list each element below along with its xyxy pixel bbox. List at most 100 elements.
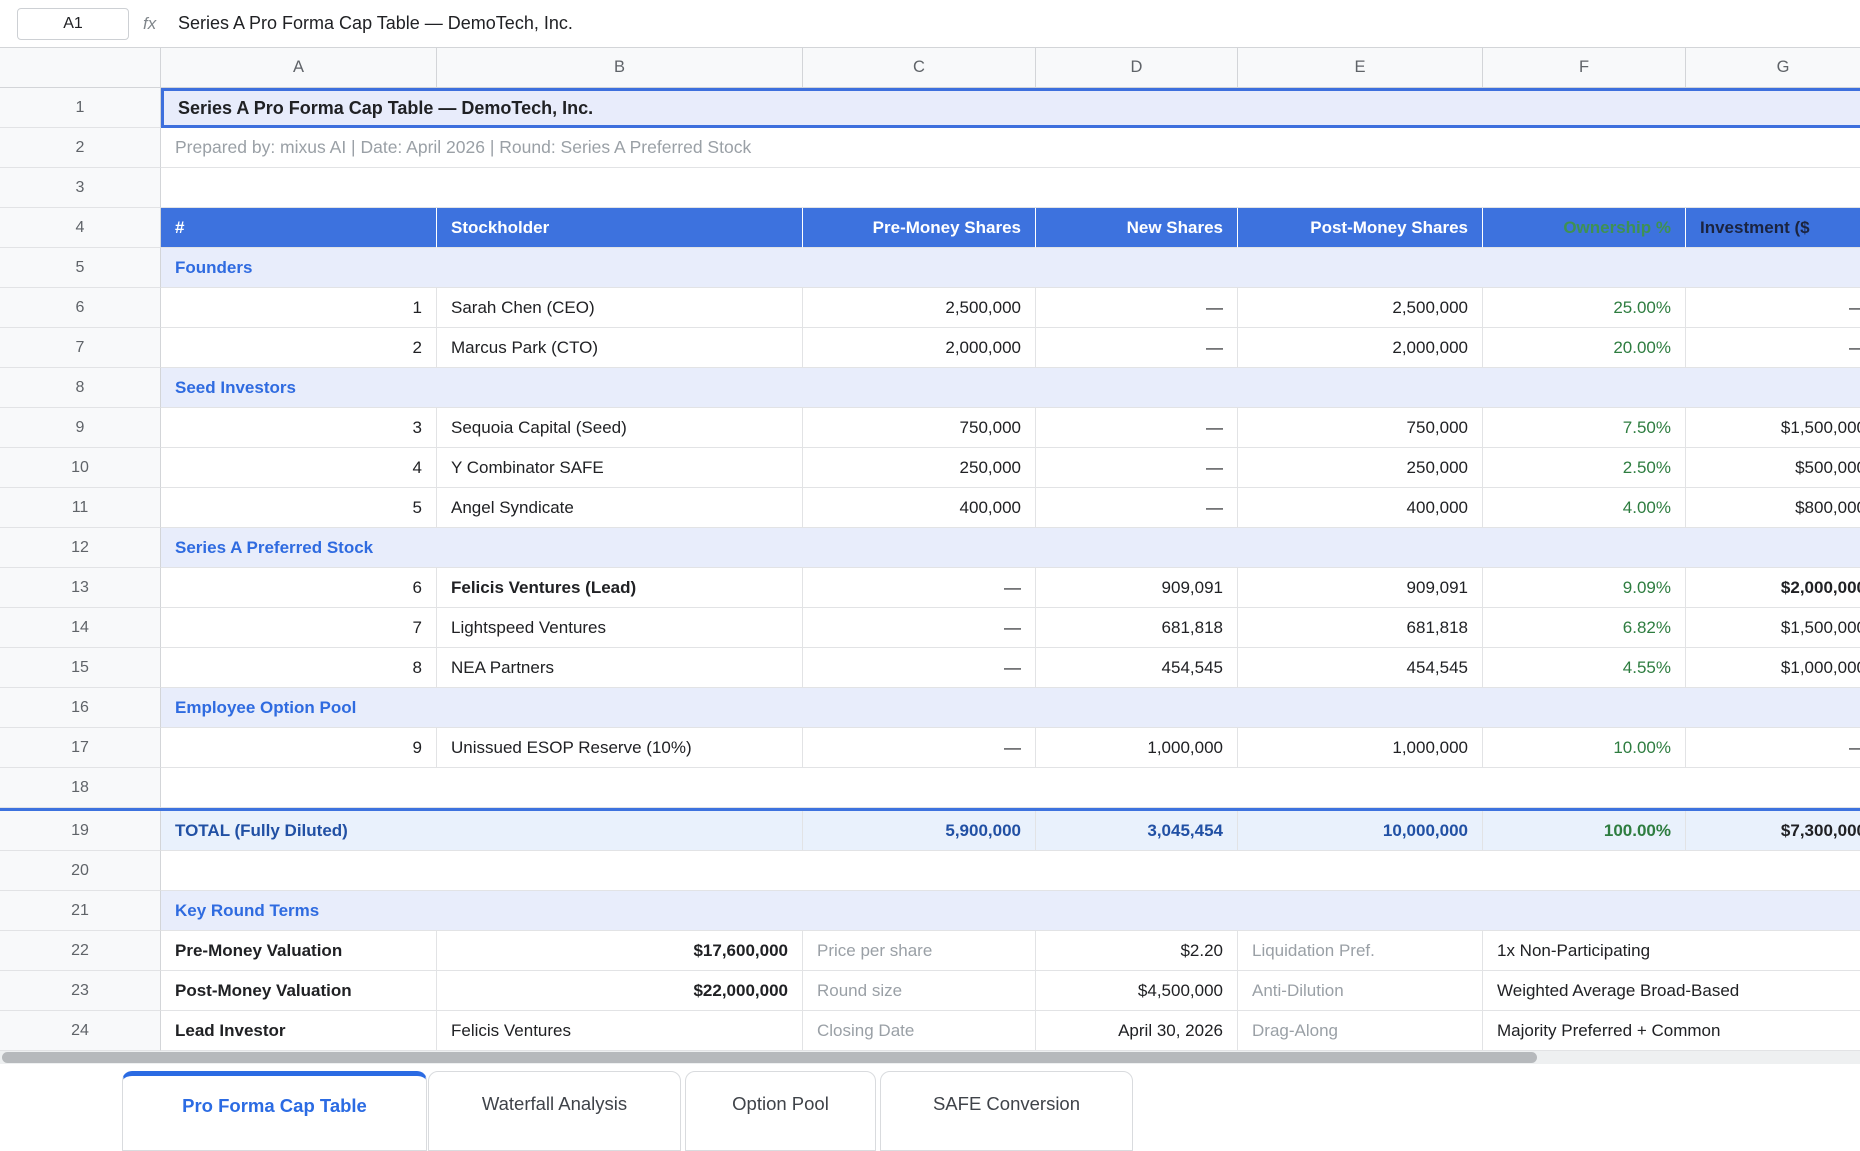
row-number-17[interactable]: 17 [0,728,161,768]
ownership-pct-cell[interactable]: 20.00% [1483,328,1686,368]
sheet-tab-option-pool[interactable]: Option Pool [685,1071,876,1151]
total-new-shares-cell[interactable]: 3,045,454 [1036,811,1238,851]
row-number-2[interactable]: 2 [0,128,161,168]
new-shares-cell[interactable]: 1,000,000 [1036,728,1238,768]
term-value-cell[interactable]: $22,000,000 [437,971,803,1011]
stockholder-cell[interactable]: Felicis Ventures (Lead) [437,568,803,608]
total-pre-money-cell[interactable]: 5,900,000 [803,811,1036,851]
post-money-shares-cell[interactable]: 681,818 [1238,608,1483,648]
ownership-pct-cell[interactable]: 25.00% [1483,288,1686,328]
term-value-cell[interactable]: $17,600,000 [437,931,803,971]
section-label-cell[interactable]: Employee Option Pool [161,688,1860,728]
investment-cell[interactable]: $2,000,000 [1686,568,1860,608]
row-number-13[interactable]: 13 [0,568,161,608]
term-label-cell[interactable]: Price per share [803,931,1036,971]
pre-money-shares-cell[interactable]: 750,000 [803,408,1036,448]
new-shares-cell[interactable]: 681,818 [1036,608,1238,648]
row-number-23[interactable]: 23 [0,971,161,1011]
ownership-pct-cell[interactable]: 4.00% [1483,488,1686,528]
post-money-shares-cell[interactable]: 909,091 [1238,568,1483,608]
pre-money-shares-cell[interactable]: 2,000,000 [803,328,1036,368]
sheet-tab-safe-conversion[interactable]: SAFE Conversion [880,1071,1133,1151]
section-label-cell[interactable]: Seed Investors [161,368,1860,408]
index-cell[interactable]: 5 [161,488,437,528]
prepared-by-cell[interactable]: Prepared by: mixus AI | Date: April 2026… [161,128,1860,168]
header-col-pre-money-shares[interactable]: Pre-Money Shares [803,208,1036,248]
term-label-cell[interactable]: Drag-Along [1238,1011,1483,1051]
row-number-6[interactable]: 6 [0,288,161,328]
index-cell[interactable]: 8 [161,648,437,688]
row-number-3[interactable]: 3 [0,168,161,208]
index-cell[interactable]: 4 [161,448,437,488]
header-col-hash[interactable]: # [161,208,437,248]
pre-money-shares-cell[interactable]: — [803,608,1036,648]
term-label-cell[interactable]: Closing Date [803,1011,1036,1051]
section-label-cell[interactable]: Series A Preferred Stock [161,528,1860,568]
investment-cell[interactable]: $800,000 [1686,488,1860,528]
term-value-cell[interactable]: Felicis Ventures [437,1011,803,1051]
term-label-cell[interactable]: Post-Money Valuation [161,971,437,1011]
term-label-cell[interactable]: Round size [803,971,1036,1011]
total-ownership-cell[interactable]: 100.00% [1483,811,1686,851]
column-header-B[interactable]: B [437,48,803,87]
empty-row-cell[interactable] [161,851,1860,891]
new-shares-cell[interactable]: — [1036,288,1238,328]
investment-cell[interactable]: $1,500,000 [1686,608,1860,648]
term-value-cell[interactable]: 1x Non-Participating [1483,931,1860,971]
post-money-shares-cell[interactable]: 2,500,000 [1238,288,1483,328]
row-number-11[interactable]: 11 [0,488,161,528]
term-label-cell[interactable]: Anti-Dilution [1238,971,1483,1011]
cell-name-box[interactable]: A1 [17,8,129,40]
pre-money-shares-cell[interactable]: — [803,728,1036,768]
row-number-4[interactable]: 4 [0,208,161,248]
select-all-corner[interactable] [0,48,161,87]
stockholder-cell[interactable]: Y Combinator SAFE [437,448,803,488]
stockholder-cell[interactable]: Lightspeed Ventures [437,608,803,648]
term-value-cell[interactable]: $4,500,000 [1036,971,1238,1011]
stockholder-cell[interactable]: Sarah Chen (CEO) [437,288,803,328]
column-header-C[interactable]: C [803,48,1036,87]
header-col-ownership-pct[interactable]: Ownership % [1483,208,1686,248]
new-shares-cell[interactable]: — [1036,328,1238,368]
investment-cell[interactable]: $1,500,000 [1686,408,1860,448]
total-label-cell[interactable]: TOTAL (Fully Diluted) [161,811,803,851]
row-number-10[interactable]: 10 [0,448,161,488]
new-shares-cell[interactable]: — [1036,408,1238,448]
column-header-F[interactable]: F [1483,48,1686,87]
ownership-pct-cell[interactable]: 4.55% [1483,648,1686,688]
stockholder-cell[interactable]: Unissued ESOP Reserve (10%) [437,728,803,768]
row-number-15[interactable]: 15 [0,648,161,688]
term-label-cell[interactable]: Pre-Money Valuation [161,931,437,971]
row-number-24[interactable]: 24 [0,1011,161,1051]
investment-cell[interactable]: — [1686,728,1860,768]
row-number-16[interactable]: 16 [0,688,161,728]
new-shares-cell[interactable]: — [1036,448,1238,488]
section-label-cell[interactable]: Key Round Terms [161,891,1860,931]
column-header-E[interactable]: E [1238,48,1483,87]
title-cell[interactable]: Series A Pro Forma Cap Table — DemoTech,… [161,88,1860,128]
pre-money-shares-cell[interactable]: — [803,648,1036,688]
sheet-tab-pro-forma-cap-table[interactable]: Pro Forma Cap Table [122,1071,427,1151]
header-col-stockholder[interactable]: Stockholder [437,208,803,248]
row-number-8[interactable]: 8 [0,368,161,408]
term-label-cell[interactable]: Lead Investor [161,1011,437,1051]
pre-money-shares-cell[interactable]: — [803,568,1036,608]
horizontal-scrollbar-thumb[interactable] [2,1052,1537,1063]
index-cell[interactable]: 2 [161,328,437,368]
index-cell[interactable]: 6 [161,568,437,608]
sheet-tab-waterfall-analysis[interactable]: Waterfall Analysis [428,1071,681,1151]
index-cell[interactable]: 7 [161,608,437,648]
new-shares-cell[interactable]: 909,091 [1036,568,1238,608]
term-value-cell[interactable]: $2.20 [1036,931,1238,971]
ownership-pct-cell[interactable]: 10.00% [1483,728,1686,768]
pre-money-shares-cell[interactable]: 400,000 [803,488,1036,528]
investment-cell[interactable]: — [1686,328,1860,368]
stockholder-cell[interactable]: NEA Partners [437,648,803,688]
post-money-shares-cell[interactable]: 750,000 [1238,408,1483,448]
investment-cell[interactable]: — [1686,288,1860,328]
row-number-21[interactable]: 21 [0,891,161,931]
header-col-post-money-shares[interactable]: Post-Money Shares [1238,208,1483,248]
ownership-pct-cell[interactable]: 7.50% [1483,408,1686,448]
ownership-pct-cell[interactable]: 2.50% [1483,448,1686,488]
row-number-14[interactable]: 14 [0,608,161,648]
